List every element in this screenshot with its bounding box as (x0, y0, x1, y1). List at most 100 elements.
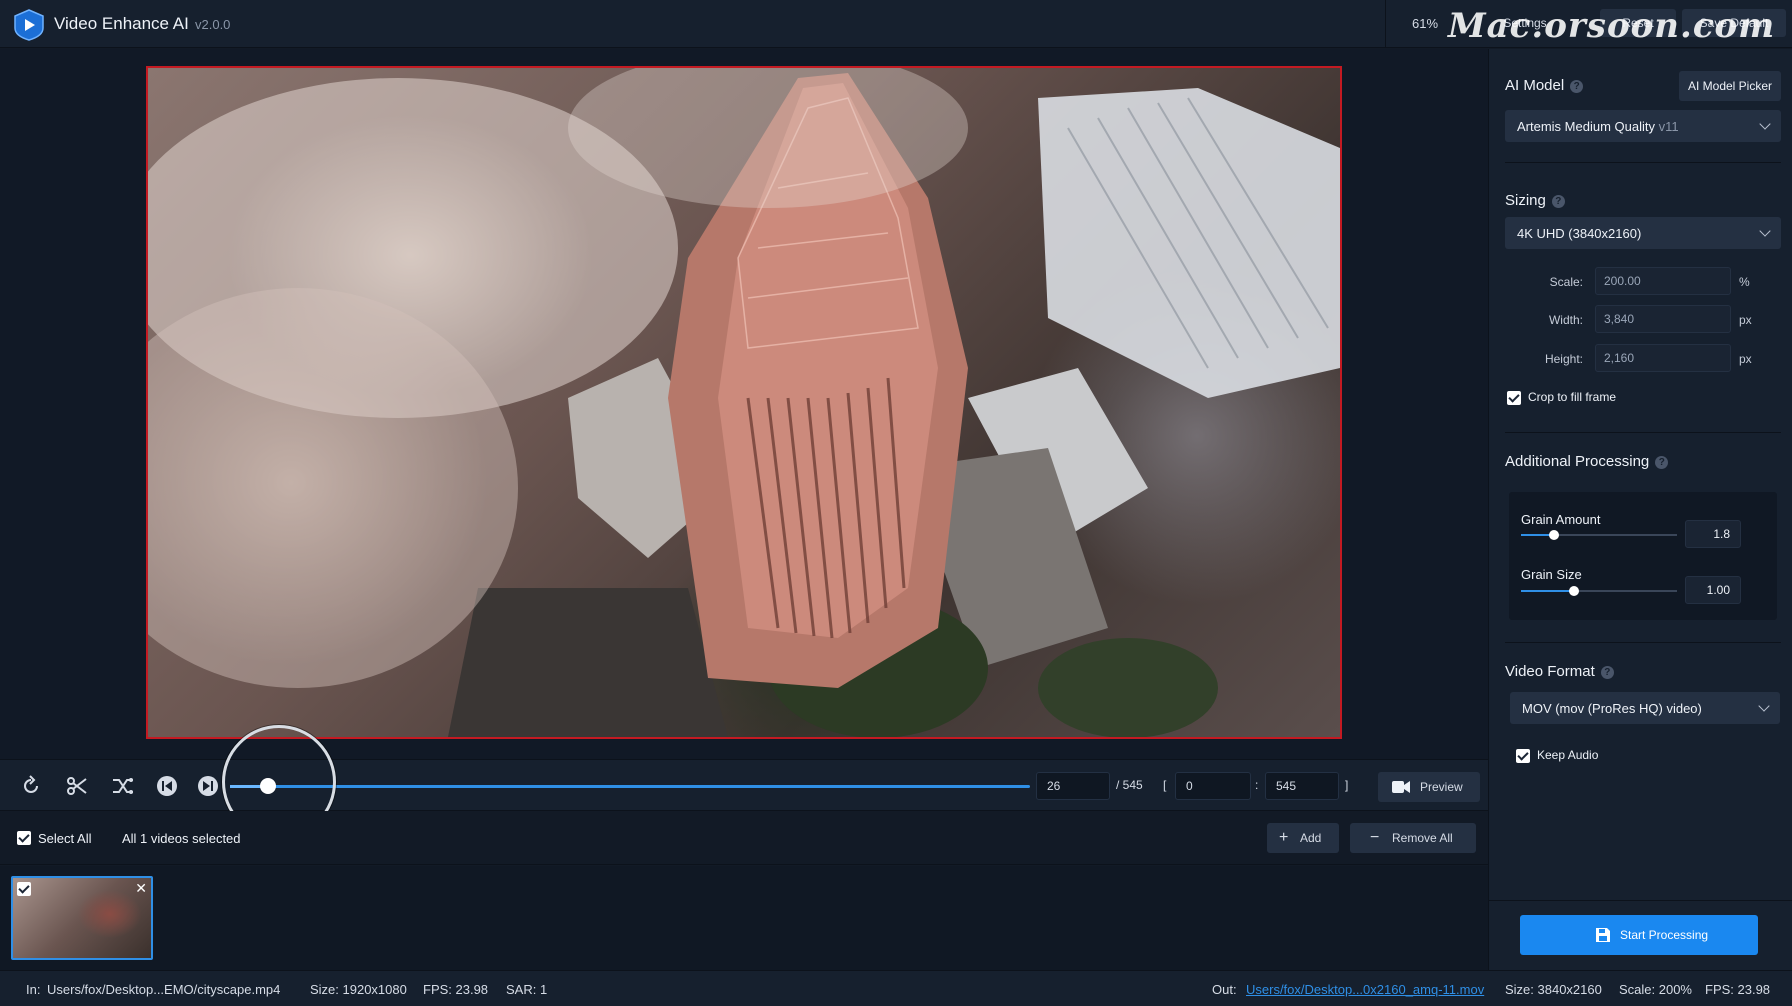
remove-all-label: Remove All (1392, 831, 1453, 845)
title-bar: Video Enhance AI v2.0.0 61% Settings Res… (0, 0, 1792, 48)
width-unit: px (1739, 313, 1752, 327)
plus-icon: + (1279, 829, 1289, 846)
output-label: Out: (1212, 982, 1237, 997)
ai-model-value: Artemis Medium Quality (1517, 119, 1655, 134)
preview-button[interactable]: Preview (1378, 772, 1480, 802)
status-bar: In: Users/fox/Desktop...EMO/cityscape.mp… (0, 970, 1792, 1006)
height-label: Height: (1544, 352, 1583, 366)
title-divider (1385, 0, 1386, 48)
previous-frame-icon[interactable] (155, 774, 179, 798)
total-frames: / 545 (1116, 778, 1143, 792)
input-size: Size: 1920x1080 (310, 982, 407, 997)
output-fps: FPS: 23.98 (1705, 982, 1771, 997)
section-divider (1505, 432, 1781, 433)
preview-label: Preview (1420, 780, 1463, 794)
video-format-value: MOV (mov (ProRes HQ) video) (1522, 701, 1702, 716)
output-path-link[interactable]: Users/fox/Desktop...0x2160_amq-11.mov (1246, 982, 1484, 997)
input-fps: FPS: 23.98 (423, 982, 489, 997)
rotate-icon[interactable] (19, 774, 43, 798)
grain-size-input[interactable]: 1.00 (1685, 576, 1741, 604)
ai-model-picker-button[interactable]: AI Model Picker (1679, 71, 1781, 101)
minus-icon: − (1370, 829, 1380, 846)
help-icon[interactable]: ? (1600, 666, 1614, 679)
grain-size-slider[interactable] (1521, 586, 1677, 596)
additional-processing-heading: Additional Processing? (1505, 453, 1669, 470)
selected-count: All 1 videos selected (122, 831, 241, 846)
crop-label: Crop to fill frame (1528, 390, 1617, 404)
select-all-checkbox[interactable] (17, 831, 31, 845)
width-label: Width: (1548, 313, 1583, 327)
scale-label: Scale: (1549, 275, 1583, 289)
scale-input[interactable]: 200.00 (1595, 267, 1731, 295)
input-label: In: (26, 982, 41, 997)
sizing-preset-value: 4K UHD (3840x2160) (1517, 226, 1642, 241)
close-icon[interactable]: ✕ (135, 880, 147, 897)
sizing-preset-select[interactable]: 4K UHD (3840x2160) (1505, 217, 1781, 249)
sizing-heading: Sizing? (1505, 192, 1565, 209)
help-icon[interactable]: ? (1655, 456, 1669, 469)
ai-model-version: v11 (1658, 119, 1679, 134)
crop-checkbox[interactable] (1507, 391, 1521, 405)
keep-audio-label: Keep Audio (1537, 748, 1599, 762)
video-thumbnail[interactable]: ✕ (11, 876, 153, 960)
next-frame-icon[interactable] (196, 774, 220, 798)
section-divider (1505, 642, 1781, 643)
additional-processing-title: Additional Processing (1505, 453, 1650, 470)
save-icon (1596, 928, 1610, 942)
app-version: v2.0.0 (195, 17, 231, 32)
scissors-icon[interactable] (65, 774, 89, 798)
video-format-heading: Video Format? (1505, 663, 1614, 680)
ai-model-title: AI Model (1505, 77, 1565, 94)
timeline-scrubber[interactable] (230, 785, 1030, 788)
output-size: Size: 3840x2160 (1505, 982, 1602, 997)
chevron-down-icon (1759, 118, 1771, 130)
height-input[interactable]: 2,160 (1595, 344, 1731, 372)
input-path: Users/fox/Desktop...EMO/cityscape.mp4 (47, 982, 281, 997)
grain-settings-box: Grain Amount 1.8 Grain Size 1.00 (1509, 492, 1777, 620)
start-processing-button[interactable]: Start Processing (1520, 915, 1758, 955)
grain-amount-slider[interactable] (1521, 530, 1677, 540)
width-input[interactable]: 3,840 (1595, 305, 1731, 333)
help-icon[interactable]: ? (1551, 195, 1565, 208)
video-format-title: Video Format (1505, 663, 1595, 680)
help-icon[interactable]: ? (1570, 80, 1584, 93)
ai-model-heading: AI Model? (1505, 77, 1584, 94)
add-label: Add (1300, 831, 1322, 845)
current-frame-input[interactable]: 26 (1036, 772, 1110, 800)
range-start-input[interactable]: 0 (1175, 772, 1251, 800)
sizing-title: Sizing (1505, 192, 1546, 209)
output-scale: Scale: 200% (1619, 982, 1692, 997)
remove-all-button[interactable]: − Remove All (1350, 823, 1476, 853)
range-close-bracket: ] (1345, 778, 1349, 792)
select-all-label: Select All (38, 831, 92, 846)
range-end-input[interactable]: 545 (1265, 772, 1339, 800)
grain-amount-input[interactable]: 1.8 (1685, 520, 1741, 548)
video-viewer (0, 49, 1488, 759)
input-sar: SAR: 1 (506, 982, 548, 997)
chevron-down-icon (1758, 700, 1770, 712)
add-button[interactable]: + Add (1267, 823, 1339, 853)
grain-amount-label: Grain Amount (1521, 512, 1601, 527)
shuffle-icon[interactable] (111, 774, 135, 798)
grain-amount-knob[interactable] (1548, 530, 1559, 540)
section-divider (1505, 162, 1781, 163)
height-unit: px (1739, 352, 1752, 366)
selection-row: Select All All 1 videos selected + Add −… (0, 811, 1488, 865)
keep-audio-checkbox[interactable] (1516, 749, 1530, 763)
range-open-bracket: [ (1163, 778, 1167, 792)
video-image (148, 68, 1340, 737)
video-frame[interactable] (146, 66, 1342, 739)
grain-size-label: Grain Size (1521, 567, 1582, 582)
camera-icon (1392, 781, 1410, 793)
thumbnail-checkbox[interactable] (17, 882, 31, 896)
zoom-level[interactable]: 61% (1412, 16, 1438, 31)
video-list: ✕ (0, 866, 1488, 970)
video-format-select[interactable]: MOV (mov (ProRes HQ) video) (1510, 692, 1780, 724)
grain-size-knob[interactable] (1569, 586, 1580, 596)
chevron-down-icon (1759, 225, 1771, 237)
watermark: Mac.orsoon.com (1448, 6, 1776, 46)
settings-panel: AI Model? AI Model Picker Artemis Medium… (1488, 49, 1792, 970)
logo-icon (14, 9, 44, 41)
ai-model-select[interactable]: Artemis Medium Quality v11 (1505, 110, 1781, 142)
range-separator: : (1255, 778, 1259, 792)
